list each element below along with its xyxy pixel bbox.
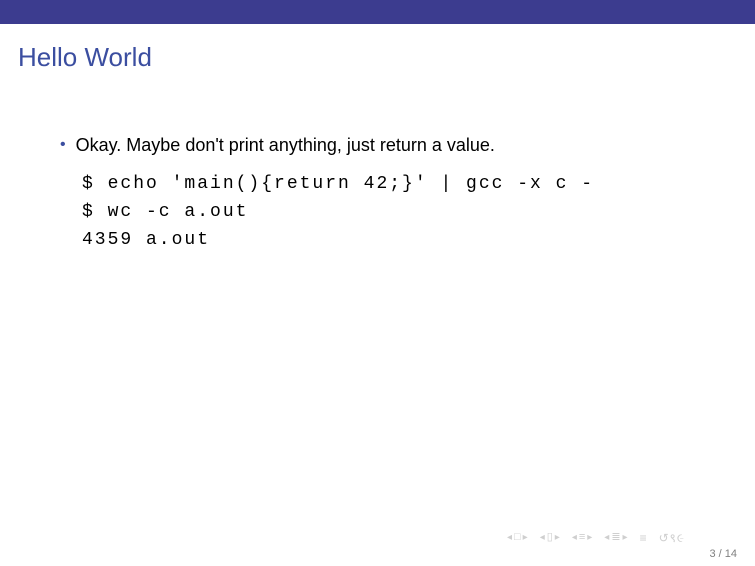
- nav-doc-group[interactable]: ◂ ≣ ▸: [604, 532, 627, 543]
- nav-back-forward-icon[interactable]: ↺९૯: [659, 529, 685, 546]
- header-bar: [0, 0, 755, 24]
- nav-next-icon: ▸: [555, 533, 560, 543]
- beamer-nav: ◂ □ ▸ ◂ ▯ ▸ ◂ ≡ ▸ ◂ ≣ ▸ ≡ ↺९૯: [507, 529, 685, 546]
- slide-title: Hello World: [18, 42, 755, 73]
- nav-next-icon: ▸: [523, 533, 528, 543]
- nav-frame-icon: □: [514, 532, 521, 543]
- nav-docnav-icon: ≣: [611, 532, 620, 543]
- nav-subsection-group[interactable]: ◂ ▯ ▸: [540, 532, 560, 543]
- nav-next-icon: ▸: [623, 533, 628, 543]
- nav-doc-icon: ▯: [547, 532, 553, 543]
- slide-content: • Okay. Maybe don't print anything, just…: [60, 133, 695, 255]
- nav-prev-icon: ◂: [604, 533, 609, 543]
- page-number: 3 / 14: [709, 548, 737, 560]
- nav-section-group[interactable]: ◂ ≡ ▸: [572, 532, 592, 543]
- bullet-text: Okay. Maybe don't print anything, just r…: [76, 133, 495, 157]
- bullet-marker: •: [60, 133, 66, 157]
- nav-next-icon: ▸: [587, 533, 592, 543]
- nav-section-icon: ≡: [579, 532, 585, 543]
- nav-prev-icon: ◂: [572, 533, 577, 543]
- nav-frame-group[interactable]: ◂ □ ▸: [507, 532, 528, 543]
- nav-mode-icon[interactable]: ≡: [640, 532, 647, 544]
- bullet-item: • Okay. Maybe don't print anything, just…: [60, 133, 695, 157]
- nav-prev-icon: ◂: [507, 533, 512, 543]
- code-block: $ echo 'main(){return 42;}' | gcc -x c -…: [82, 171, 695, 255]
- nav-prev-icon: ◂: [540, 533, 545, 543]
